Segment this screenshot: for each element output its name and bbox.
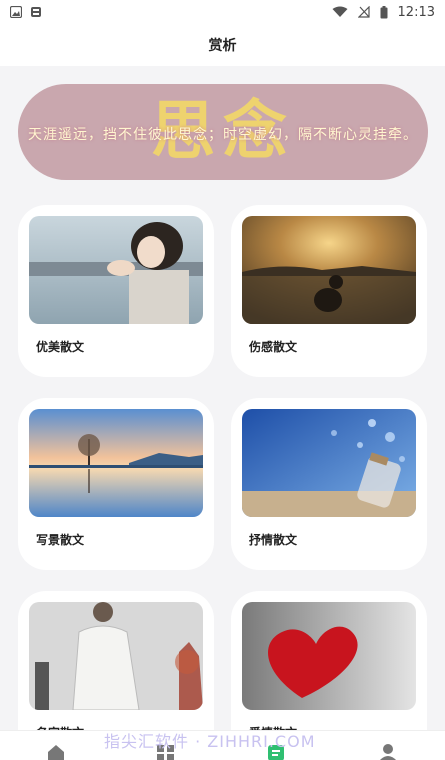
watermark: 指尖汇软件 · ZIHHRI.COM <box>104 732 316 751</box>
profile-icon[interactable] <box>378 743 398 760</box>
storage-notification-icon <box>31 7 41 17</box>
card-lyrical-prose[interactable]: 抒情散文 <box>231 398 427 570</box>
card-image <box>29 602 203 710</box>
status-time: 12:13 <box>397 4 435 20</box>
card-image <box>29 216 203 324</box>
card-sad-prose[interactable]: 伤感散文 <box>231 205 427 377</box>
card-label: 优美散文 <box>36 340 85 354</box>
card-image <box>242 409 416 517</box>
red-yarn-heart-photo <box>242 602 416 710</box>
lake-reflection-photo <box>29 409 203 517</box>
card-image <box>29 409 203 517</box>
battery-icon <box>380 5 388 18</box>
card-beautiful-prose[interactable]: 优美散文 <box>18 205 214 377</box>
sad-figure-sunset-photo <box>242 216 416 324</box>
home-icon[interactable] <box>46 743 66 760</box>
wifi-icon <box>332 6 348 17</box>
page-title: 赏析 <box>208 38 237 54</box>
glass-jar-hearts-photo <box>242 409 416 517</box>
gallery-notification-icon <box>10 6 22 18</box>
card-image <box>242 216 416 324</box>
card-image <box>242 602 416 710</box>
card-label: 伤感散文 <box>249 340 298 354</box>
scholar-in-robe-photo <box>29 602 203 710</box>
card-landscape-prose[interactable]: 写景散文 <box>18 398 214 570</box>
banner-caption: 天涯遥远，挡不住彼此思念；时空虚幻，隔不断心灵挂牵。 <box>28 127 418 143</box>
card-label: 写景散文 <box>36 533 85 547</box>
card-label: 抒情散文 <box>249 533 298 547</box>
app-bar: 赏析 <box>0 24 445 66</box>
no-signal-icon <box>357 6 370 18</box>
status-bar: 12:13 <box>0 0 445 24</box>
banner[interactable]: 思念 天涯遥远，挡不住彼此思念；时空虚幻，隔不断心灵挂牵。 <box>18 84 428 180</box>
girl-by-railing-photo <box>29 216 203 324</box>
